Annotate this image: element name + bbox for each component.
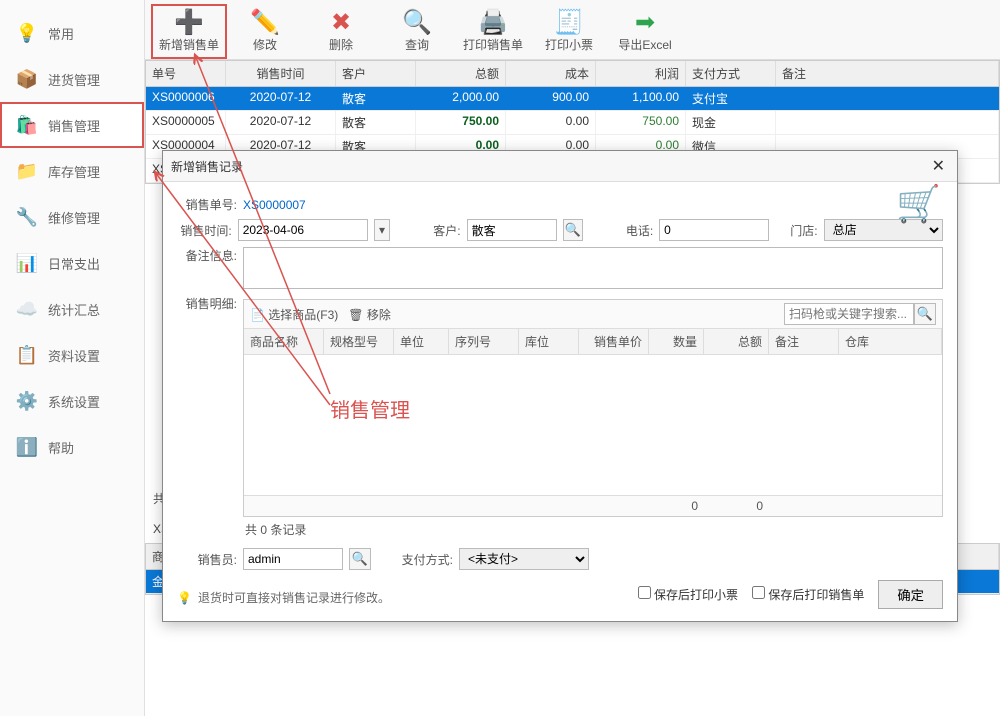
- toolbar-btn-6[interactable]: ➡导出Excel: [607, 4, 683, 59]
- sales-col-4[interactable]: 成本: [506, 61, 596, 86]
- sidebar-item-1[interactable]: 📦 进货管理: [0, 56, 144, 102]
- dialog-title: 新增销售记录: [171, 158, 243, 175]
- sale-time-input[interactable]: [238, 219, 368, 241]
- remark-input[interactable]: [243, 247, 943, 289]
- toolbar-btn-1[interactable]: ✏️修改: [227, 4, 303, 59]
- sidebar-label: 系统设置: [48, 392, 100, 411]
- sidebar-icon: 💡: [16, 22, 38, 44]
- sidebar-item-9[interactable]: ℹ️ 帮助: [0, 424, 144, 470]
- add-sale-dialog: 新增销售记录 ✕ 🛒 销售单号: XS0000007 销售时间: ▾ 客户: 🔍…: [162, 150, 958, 622]
- toolbar-icon: ✏️: [251, 8, 279, 36]
- sales-col-7[interactable]: 备注: [776, 61, 999, 86]
- print-order-checkbox[interactable]: 保存后打印销售单: [752, 586, 864, 603]
- sidebar-icon: 📋: [16, 344, 38, 366]
- salesman-input[interactable]: [243, 548, 343, 570]
- sidebar-item-7[interactable]: 📋 资料设置: [0, 332, 144, 378]
- product-search-input[interactable]: [784, 303, 914, 325]
- toolbar-icon: 🖨️: [479, 8, 507, 36]
- sidebar-icon: ℹ️: [16, 436, 38, 458]
- sales-col-1[interactable]: 销售时间: [226, 61, 336, 86]
- calendar-icon[interactable]: ▾: [374, 219, 391, 241]
- sidebar-icon: 📊: [16, 252, 38, 274]
- sidebar-label: 统计汇总: [48, 300, 100, 319]
- toolbar-icon: 🧾: [555, 8, 583, 36]
- sales-row[interactable]: XS00000052020-07-12散客750.000.00750.00现金: [146, 111, 999, 135]
- payment-select[interactable]: <未支付>: [459, 548, 589, 570]
- sidebar-item-3[interactable]: 📁 库存管理: [0, 148, 144, 194]
- toolbar-icon: ✖: [327, 8, 355, 36]
- sidebar-item-6[interactable]: ☁️ 统计汇总: [0, 286, 144, 332]
- sidebar-label: 帮助: [48, 438, 74, 457]
- toolbar-btn-2[interactable]: ✖删除: [303, 4, 379, 59]
- sidebar-label: 维修管理: [48, 208, 100, 227]
- product-search-icon[interactable]: 🔍: [914, 303, 936, 325]
- sidebar-label: 库存管理: [48, 162, 100, 181]
- sidebar-label: 进货管理: [48, 70, 100, 89]
- dlg-detail-col-1[interactable]: 规格型号: [324, 329, 394, 354]
- customer-search-icon[interactable]: 🔍: [563, 219, 583, 241]
- toolbar-btn-4[interactable]: 🖨️打印销售单: [455, 4, 531, 59]
- sales-row[interactable]: XS00000062020-07-12散客2,000.00900.001,100…: [146, 87, 999, 111]
- toolbar-btn-3[interactable]: 🔍查询: [379, 4, 455, 59]
- sidebar-item-8[interactable]: ⚙️ 系统设置: [0, 378, 144, 424]
- dlg-detail-col-3[interactable]: 序列号: [449, 329, 519, 354]
- remove-product-button[interactable]: 🗑 移除: [348, 306, 391, 323]
- toolbar-btn-5[interactable]: 🧾打印小票: [531, 4, 607, 59]
- sales-col-6[interactable]: 支付方式: [686, 61, 776, 86]
- toolbar-icon: ➡: [631, 8, 659, 36]
- close-icon[interactable]: ✕: [928, 156, 949, 176]
- dlg-detail-col-8[interactable]: 备注: [769, 329, 839, 354]
- dlg-detail-col-5[interactable]: 销售单价: [579, 329, 649, 354]
- bulb-icon: 💡: [177, 591, 192, 605]
- sales-col-0[interactable]: 单号: [146, 61, 226, 86]
- toolbar: ➕新增销售单✏️修改✖删除🔍查询🖨️打印销售单🧾打印小票➡导出Excel: [145, 0, 1000, 60]
- ok-button[interactable]: 确定: [878, 580, 943, 609]
- sidebar-item-4[interactable]: 🔧 维修管理: [0, 194, 144, 240]
- sales-col-3[interactable]: 总额: [416, 61, 506, 86]
- phone-input[interactable]: [659, 219, 769, 241]
- sidebar-item-5[interactable]: 📊 日常支出: [0, 240, 144, 286]
- sidebar-icon: 🔧: [16, 206, 38, 228]
- sidebar-item-0[interactable]: 💡 常用: [0, 10, 144, 56]
- dlg-detail-col-4[interactable]: 库位: [519, 329, 579, 354]
- cart-icon: 🛒: [896, 183, 941, 225]
- dlg-detail-col-6[interactable]: 数量: [649, 329, 704, 354]
- sidebar-icon: 🛍️: [16, 114, 38, 136]
- toolbar-btn-0[interactable]: ➕新增销售单: [151, 4, 227, 59]
- toolbar-icon: 🔍: [403, 8, 431, 36]
- select-product-button[interactable]: 📄 选择商品(F3): [250, 306, 338, 323]
- sidebar-icon: ☁️: [16, 298, 38, 320]
- sidebar-label: 常用: [48, 24, 74, 43]
- salesman-search-icon[interactable]: 🔍: [349, 548, 371, 570]
- sidebar-label: 资料设置: [48, 346, 100, 365]
- sidebar-label: 销售管理: [48, 116, 100, 135]
- sidebar-icon: ⚙️: [16, 390, 38, 412]
- sale-number: XS0000007: [243, 198, 306, 212]
- sidebar-icon: 📦: [16, 68, 38, 90]
- sidebar-item-2[interactable]: 🛍️ 销售管理: [0, 102, 144, 148]
- sales-col-2[interactable]: 客户: [336, 61, 416, 86]
- customer-input[interactable]: [467, 219, 557, 241]
- sidebar-label: 日常支出: [48, 254, 100, 273]
- toolbar-icon: ➕: [175, 8, 203, 36]
- sales-col-5[interactable]: 利润: [596, 61, 686, 86]
- dlg-detail-col-9[interactable]: 仓库: [839, 329, 942, 354]
- print-ticket-checkbox[interactable]: 保存后打印小票: [638, 586, 738, 603]
- sidebar: 💡 常用 📦 进货管理 🛍️ 销售管理 📁 库存管理 🔧 维修管理 📊 日常支出 ☁️ 统计汇总 📋 资料设置…: [0, 0, 145, 716]
- dlg-detail-col-0[interactable]: 商品名称: [244, 329, 324, 354]
- sidebar-icon: 📁: [16, 160, 38, 182]
- dlg-detail-col-2[interactable]: 单位: [394, 329, 449, 354]
- dlg-detail-col-7[interactable]: 总额: [704, 329, 769, 354]
